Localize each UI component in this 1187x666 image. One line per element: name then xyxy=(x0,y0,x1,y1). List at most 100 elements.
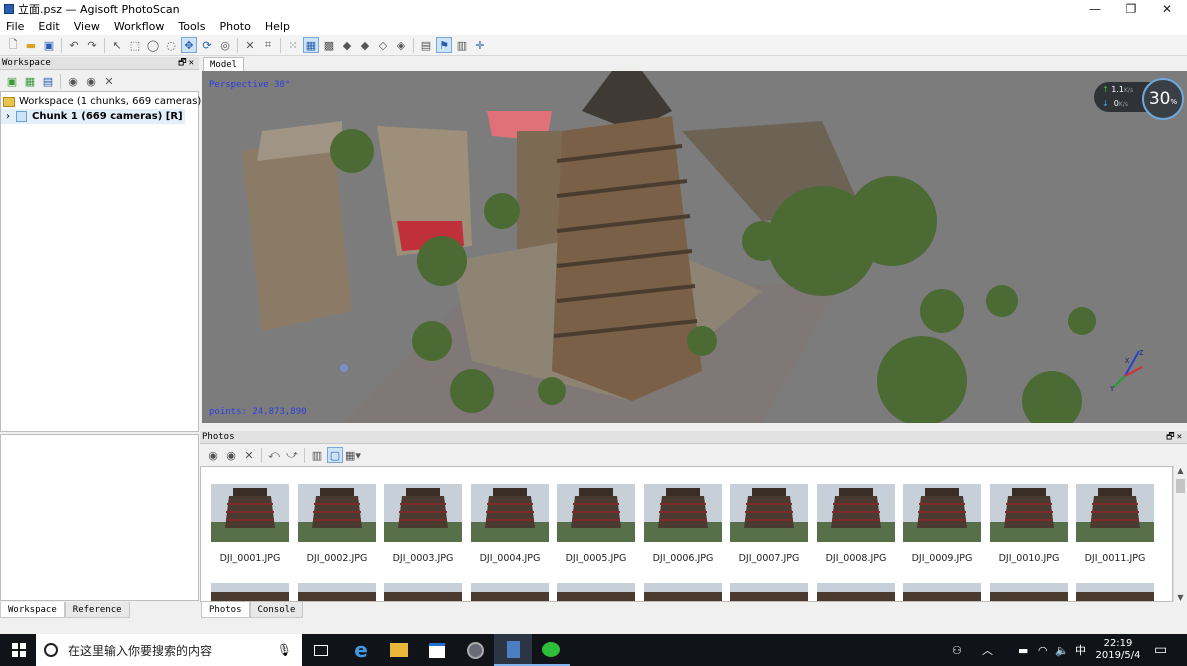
photo-thumbnail-image[interactable] xyxy=(211,484,289,542)
navigation-arrow-icon[interactable]: ↖ xyxy=(109,37,125,53)
reset-view-icon[interactable]: ✛ xyxy=(472,37,488,53)
minimize-button[interactable]: — xyxy=(1077,0,1113,17)
dense-cloud-icon[interactable]: ▦ xyxy=(303,37,319,53)
tree-root-workspace[interactable]: Workspace (1 chunks, 669 cameras) xyxy=(3,94,201,109)
point-cloud-icon[interactable]: ⁙ xyxy=(285,37,301,53)
photo-thumbnail-image[interactable] xyxy=(730,484,808,542)
enable-cameras-icon[interactable]: ◉ xyxy=(65,73,81,89)
rotate-right-icon[interactable]: ⤻ xyxy=(284,447,300,463)
scroll-down-arrow-icon[interactable]: ▼ xyxy=(1174,593,1187,602)
tab-console[interactable]: Console xyxy=(249,602,304,618)
scroll-thumb[interactable] xyxy=(1176,479,1185,493)
panel-float-close-icons[interactable]: 🗗✕ xyxy=(1166,429,1184,445)
photo-thumbnail-image[interactable] xyxy=(298,484,376,542)
photo-thumbnail-image[interactable] xyxy=(817,484,895,542)
volume-icon[interactable]: 🔈 xyxy=(1055,634,1069,666)
add-folder-icon[interactable]: ▤ xyxy=(40,73,56,89)
photo-thumbnail-image[interactable] xyxy=(644,484,722,542)
photo-thumbnail-image[interactable] xyxy=(817,583,895,601)
photo-thumbnail-image[interactable] xyxy=(1076,484,1154,542)
model-textured-icon[interactable]: ◈ xyxy=(393,37,409,53)
disable-cameras-icon[interactable]: ◉ xyxy=(83,73,99,89)
menu-file[interactable]: File xyxy=(6,20,24,33)
model-wireframe-icon[interactable]: ◇ xyxy=(375,37,391,53)
photo-thumbnail-image[interactable] xyxy=(557,484,635,542)
notification-center-icon[interactable]: ▭ xyxy=(1154,634,1167,666)
menu-help[interactable]: Help xyxy=(265,20,290,33)
circle-selection-icon[interactable]: ◯ xyxy=(145,37,161,53)
wechat-icon[interactable] xyxy=(532,634,570,666)
menu-edit[interactable]: Edit xyxy=(38,20,59,33)
remove-items-icon[interactable]: ✕ xyxy=(101,73,117,89)
remove-cameras-icon[interactable]: ✕ xyxy=(241,447,257,463)
filter-photos-icon[interactable]: ▥ xyxy=(309,447,325,463)
tab-model[interactable]: Model xyxy=(203,57,245,71)
system-clock[interactable]: 22:19 2019/5/4 xyxy=(1096,634,1141,666)
photo-thumbnail-image[interactable] xyxy=(730,583,808,601)
photo-thumbnail-image[interactable] xyxy=(471,583,549,601)
save-icon[interactable]: ▣ xyxy=(41,37,57,53)
move-object-icon[interactable]: ✥ xyxy=(181,37,197,53)
app-globe-icon[interactable] xyxy=(456,634,494,666)
photos-scrollbar[interactable]: ▲ ▼ xyxy=(1173,466,1187,602)
rectangle-selection-icon[interactable]: ⬚ xyxy=(127,37,143,53)
expand-arrow-icon[interactable]: › xyxy=(6,111,10,122)
panel-float-close-icons[interactable]: 🗗✕ xyxy=(178,55,196,71)
model-viewport[interactable]: Z X Y Perspective 30° points: 24,873,890 xyxy=(202,71,1187,423)
dense-cloud-classes-icon[interactable]: ▩ xyxy=(321,37,337,53)
show-region-icon[interactable]: ▥ xyxy=(454,37,470,53)
photo-thumbnail-image[interactable] xyxy=(903,484,981,542)
model-solid-icon[interactable]: ◆ xyxy=(357,37,373,53)
view-mode-icon[interactable]: ▦▾ xyxy=(345,447,361,463)
add-chunk-icon[interactable]: ▣ xyxy=(4,73,20,89)
crop-selection-icon[interactable]: ⌗ xyxy=(260,37,276,53)
reset-filter-icon[interactable]: ▢ xyxy=(327,447,343,463)
input-method-indicator[interactable]: 中 xyxy=(1075,634,1086,666)
undo-icon[interactable]: ↶ xyxy=(66,37,82,53)
photo-thumbnail-image[interactable] xyxy=(557,583,635,601)
photo-thumbnail-image[interactable] xyxy=(990,583,1068,601)
photo-thumbnail-image[interactable] xyxy=(903,583,981,601)
add-photos-icon[interactable]: ▦ xyxy=(22,73,38,89)
tab-workspace[interactable]: Workspace xyxy=(0,602,65,618)
restore-button[interactable]: ❐ xyxy=(1113,0,1149,17)
network-speed-widget[interactable]: ↑ 1.1K/s ↓ 0K/s 30% xyxy=(1094,78,1186,120)
open-folder-icon[interactable]: ▬ xyxy=(23,37,39,53)
close-button[interactable]: ✕ xyxy=(1149,0,1185,17)
disable-cameras-icon[interactable]: ◉ xyxy=(223,447,239,463)
photo-thumbnail-image[interactable] xyxy=(990,484,1068,542)
rotate-left-icon[interactable]: ⤺ xyxy=(266,447,282,463)
menu-workflow[interactable]: Workflow xyxy=(114,20,165,33)
photo-thumbnail-image[interactable] xyxy=(1076,583,1154,601)
new-document-icon[interactable]: 🗋 xyxy=(5,37,21,53)
free-form-selection-icon[interactable]: ◌ xyxy=(163,37,179,53)
enable-cameras-icon[interactable]: ◉ xyxy=(205,447,221,463)
scale-object-icon[interactable]: ◎ xyxy=(217,37,233,53)
photo-thumbnail-image[interactable] xyxy=(384,484,462,542)
photo-thumbnail-image[interactable] xyxy=(211,583,289,601)
menu-view[interactable]: View xyxy=(74,20,100,33)
tab-reference[interactable]: Reference xyxy=(64,602,130,618)
photo-thumbnail-image[interactable] xyxy=(384,583,462,601)
taskbar-search-box[interactable]: 在这里输入你要搜索的内容 🎙 xyxy=(36,634,302,666)
edge-browser-icon[interactable]: e xyxy=(342,634,380,666)
start-button[interactable] xyxy=(0,634,38,666)
tab-photos[interactable]: Photos xyxy=(201,602,250,618)
menu-photo[interactable]: Photo xyxy=(219,20,250,33)
delete-selection-icon[interactable]: ✕ xyxy=(242,37,258,53)
photo-thumbnail-image[interactable] xyxy=(471,484,549,542)
scroll-up-arrow-icon[interactable]: ▲ xyxy=(1174,466,1187,475)
battery-icon[interactable]: ▬ xyxy=(1018,634,1028,666)
microphone-icon[interactable]: 🎙 xyxy=(277,643,292,657)
show-hidden-icons[interactable]: ︿ xyxy=(982,634,993,666)
wifi-icon[interactable]: ◠ xyxy=(1038,634,1048,666)
photoscan-taskbar-icon[interactable] xyxy=(494,634,532,666)
model-shaded-icon[interactable]: ◆ xyxy=(339,37,355,53)
region-corner-marker[interactable] xyxy=(340,364,348,372)
file-explorer-icon[interactable] xyxy=(380,634,418,666)
task-view-icon[interactable] xyxy=(302,634,340,666)
photo-thumbnail-image[interactable] xyxy=(644,583,722,601)
redo-icon[interactable]: ↷ xyxy=(84,37,100,53)
rotate-object-icon[interactable]: ⟳ xyxy=(199,37,215,53)
store-icon[interactable] xyxy=(418,634,456,666)
